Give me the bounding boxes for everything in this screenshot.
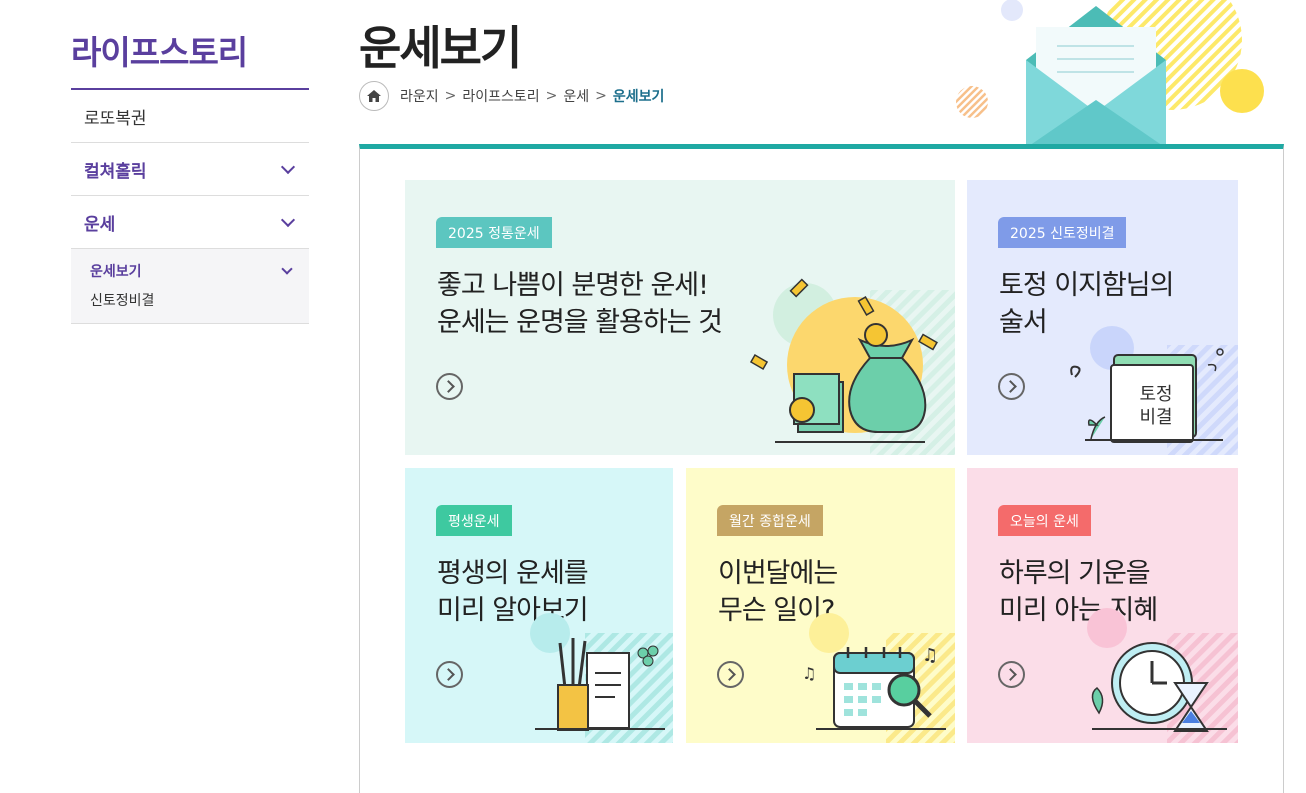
submenu-item-tojeong[interactable]: 신토정비결 [90, 290, 297, 310]
card-daily-fortune[interactable]: 오늘의 운세 하루의 기운을 미리 아는 지혜 [967, 468, 1238, 743]
sidebar-submenu: 운세보기 신토정비결 [71, 249, 309, 324]
arrow-right-icon[interactable] [436, 661, 463, 688]
card-badge: 2025 정통운세 [436, 217, 552, 248]
sidebar-item-label: 컬쳐홀릭 [84, 161, 147, 182]
card-fortune-2025[interactable]: 2025 정통운세 좋고 나쁨이 분명한 운세! 운세는 운명을 활용하는 것 [405, 180, 955, 455]
breadcrumb-separator-icon: > [595, 88, 607, 104]
arrow-right-icon[interactable] [717, 661, 744, 688]
breadcrumb-current: 운세보기 [612, 89, 665, 105]
card-description: 좋고 나쁨이 분명한 운세! 운세는 운명을 활용하는 것 [437, 267, 723, 341]
sidebar: 라이프스토리 로또복권 컬쳐홀릭 운세 운세보기 신토정비결 [71, 0, 309, 324]
breadcrumb: 라운지 > 라이프스토리 > 운세 > 운세보기 [359, 81, 666, 111]
chevron-down-icon [280, 159, 296, 174]
card-lifetime-fortune[interactable]: 평생운세 평생의 운세를 미리 알아보기 [405, 468, 673, 743]
home-icon[interactable] [359, 81, 389, 111]
submenu-item-label: 운세보기 [90, 264, 142, 280]
chevron-down-icon [281, 262, 293, 275]
clock-icon [1087, 608, 1238, 743]
sidebar-item-lotto[interactable]: 로또복권 [71, 90, 309, 143]
arrow-right-icon[interactable] [998, 373, 1025, 400]
card-line-1: 토정 이지함님의 [999, 270, 1174, 301]
pencil-cup-icon [530, 613, 673, 743]
sidebar-item-label: 운세 [84, 214, 116, 235]
sidebar-item-culture[interactable]: 컬쳐홀릭 [71, 143, 309, 196]
card-line-1: 하루의 기운을 [999, 558, 1151, 589]
arrow-right-icon[interactable] [436, 373, 463, 400]
breadcrumb-item[interactable]: 라이프스토리 [462, 86, 539, 106]
card-line-1: 평생의 운세를 [437, 558, 589, 589]
page-title: 운세보기 [359, 21, 522, 75]
sidebar-item-label: 로또복권 [84, 108, 147, 129]
breadcrumb-separator-icon: > [444, 88, 457, 104]
breadcrumb-separator-icon: > [545, 88, 558, 104]
submenu-item-fortune-view[interactable]: 운세보기 [90, 261, 297, 281]
sidebar-title[interactable]: 라이프스토리 [71, 0, 309, 90]
svg-text:♫: ♫ [922, 645, 938, 666]
card-monthly-fortune[interactable]: 월간 종합운세 이번달에는 무슨 일이? ♫ ♫ [686, 468, 955, 743]
money-bag-icon [750, 278, 955, 455]
sidebar-item-fortune[interactable]: 운세 [71, 196, 309, 249]
envelope-icon [956, 0, 1264, 148]
card-badge: 평생운세 [436, 505, 512, 536]
breadcrumb-item[interactable]: 라운지 [400, 86, 439, 106]
card-badge: 오늘의 운세 [998, 505, 1091, 536]
card-line-1: 이번달에는 [718, 558, 838, 589]
arrow-right-icon[interactable] [998, 661, 1025, 688]
card-badge: 2025 신토정비결 [998, 217, 1127, 248]
svg-text:♫: ♫ [802, 664, 816, 683]
book-icon: 토정 비결 [1070, 326, 1238, 455]
chevron-down-icon [280, 212, 296, 227]
card-badge: 월간 종합운세 [717, 505, 823, 536]
calendar-icon: ♫ ♫ [802, 613, 955, 743]
card-line-2: 운세는 운명을 활용하는 것 [437, 307, 723, 338]
breadcrumb-item[interactable]: 운세 [563, 86, 589, 106]
page: 라이프스토리 로또복권 컬쳐홀릭 운세 운세보기 신토정비결 운세보기 라운지 … [0, 0, 1306, 793]
card-line-1: 좋고 나쁨이 분명한 운세! [437, 270, 709, 301]
card-tojeong-2025[interactable]: 2025 신토정비결 토정 이지함님의 술서 토정 비결 [967, 180, 1238, 455]
book-text-1: 토정 [1139, 384, 1172, 405]
book-text-2: 비결 [1139, 407, 1172, 428]
